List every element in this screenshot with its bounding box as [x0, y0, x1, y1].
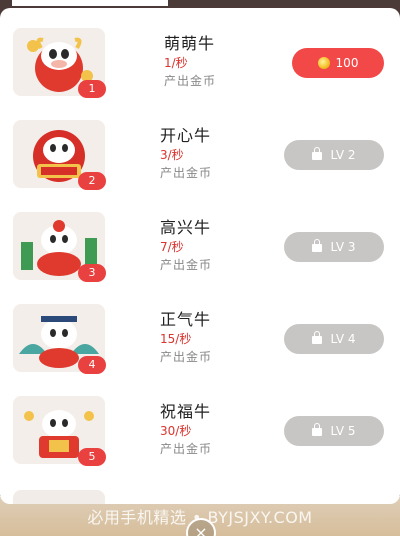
- cow-name: 祝福牛: [160, 402, 212, 421]
- locked-level-button[interactable]: LV 5: [284, 416, 384, 446]
- lock-icon: [312, 423, 323, 436]
- cow-name: 萌萌牛: [164, 34, 216, 53]
- top-tab-edge: [12, 0, 168, 6]
- rate-description: 产出金币: [160, 442, 213, 456]
- list-item: 1 萌萌牛 1/秒 产出金币 100: [0, 8, 400, 100]
- rate-description: 产出金币: [160, 350, 213, 364]
- unlock-level: LV 5: [330, 424, 356, 438]
- lock-icon: [312, 331, 323, 344]
- buy-price: 100: [335, 56, 359, 70]
- close-icon: ×: [194, 523, 208, 536]
- locked-level-button[interactable]: LV 2: [284, 140, 384, 170]
- level-badge: 5: [78, 448, 106, 466]
- coin-rate: 15/秒: [160, 332, 192, 346]
- coin-rate: 30/秒: [160, 424, 192, 438]
- coin-rate: 3/秒: [160, 148, 184, 162]
- lock-icon: [312, 147, 323, 160]
- level-badge: 1: [78, 80, 106, 98]
- rate-description: 产出金币: [164, 74, 217, 88]
- cow-shop-sheet: 1 萌萌牛 1/秒 产出金币 100 2 开心牛 3/秒 产出金币 LV 2 3…: [0, 8, 400, 504]
- cow-name: 高兴牛: [160, 218, 212, 237]
- cow-name: 正气牛: [160, 310, 212, 329]
- unlock-level: LV 4: [330, 332, 356, 346]
- coin-rate: 1/秒: [164, 56, 188, 70]
- level-badge: 3: [78, 264, 106, 282]
- unlock-level: LV 2: [330, 148, 356, 162]
- list-item: 4 正气牛 15/秒 产出金币 LV 4: [0, 284, 400, 376]
- rate-description: 产出金币: [160, 258, 213, 272]
- next-item-thumbnail-partial: [13, 490, 105, 504]
- cow-name: 开心牛: [160, 126, 212, 145]
- locked-level-button[interactable]: LV 3: [284, 232, 384, 262]
- buy-button[interactable]: 100: [292, 48, 384, 78]
- lock-icon: [312, 239, 323, 252]
- list-item: 3 高兴牛 7/秒 产出金币 LV 3: [0, 192, 400, 284]
- list-item: 5 祝福牛 30/秒 产出金币 LV 5: [0, 376, 400, 468]
- unlock-level: LV 3: [330, 240, 356, 254]
- level-badge: 2: [78, 172, 106, 190]
- rate-description: 产出金币: [160, 166, 213, 180]
- coin-icon: [317, 57, 330, 69]
- level-badge: 4: [78, 356, 106, 374]
- locked-level-button[interactable]: LV 4: [284, 324, 384, 354]
- coin-rate: 7/秒: [160, 240, 184, 254]
- list-item: 2 开心牛 3/秒 产出金币 LV 2: [0, 100, 400, 192]
